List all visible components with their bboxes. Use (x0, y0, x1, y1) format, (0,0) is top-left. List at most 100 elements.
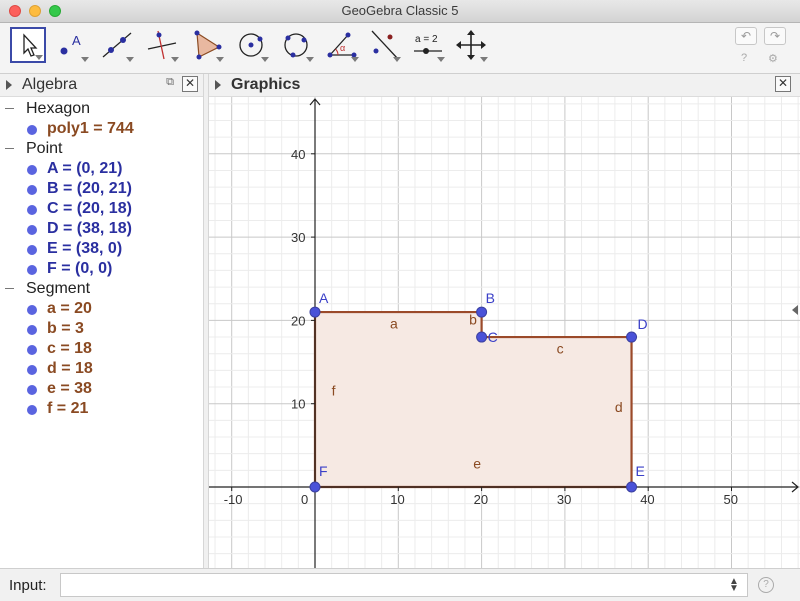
expand-panel-icon[interactable] (792, 305, 798, 315)
line-tool[interactable] (99, 27, 135, 63)
input-field[interactable] (60, 573, 748, 597)
toolbar: A α a = 2 ↶ ↷ ? ⚙ (0, 23, 800, 74)
point-tool[interactable]: A (54, 27, 90, 63)
slider-tool[interactable]: a = 2 (410, 27, 446, 63)
algebra-item-text: D = (38, 18) (47, 220, 132, 237)
undo-icon: ↶ (740, 29, 752, 43)
x-tick-label: 0 (301, 492, 308, 507)
point-marker[interactable] (476, 331, 488, 343)
graphics-title: Graphics (231, 76, 301, 93)
point-label: E (636, 463, 645, 479)
point-label: B (486, 290, 495, 306)
algebra-item-text: F = (0, 0) (47, 260, 113, 277)
algebra-group[interactable]: Segment (0, 279, 203, 299)
algebra-view: Hexagon poly1 = 744 Point A = (0, 21) B = (2… (0, 97, 203, 568)
reflect-tool[interactable] (366, 27, 402, 63)
x-tick-label: 50 (724, 492, 738, 507)
x-tick-label: 10 (390, 492, 404, 507)
algebra-item[interactable]: poly1 = 744 (0, 119, 203, 139)
input-history-icon[interactable]: ▲ ▼ (729, 577, 739, 594)
graphics-view-header: Graphics ✕ (209, 74, 800, 97)
visibility-toggle-icon[interactable] (27, 385, 37, 395)
y-tick-label: 40 (291, 147, 305, 162)
close-algebra-icon[interactable]: ✕ (182, 76, 198, 92)
collapse-group-icon[interactable] (5, 288, 14, 289)
algebra-item[interactable]: B = (20, 21) (0, 179, 203, 199)
input-help-icon[interactable]: ? (758, 577, 774, 593)
svg-text:α: α (340, 43, 345, 53)
algebra-item[interactable]: E = (38, 0) (0, 239, 203, 259)
visibility-toggle-icon[interactable] (27, 345, 37, 355)
x-tick-label: 20 (474, 492, 488, 507)
visibility-toggle-icon[interactable] (27, 205, 37, 215)
point-marker[interactable] (626, 481, 638, 493)
visibility-toggle-icon[interactable] (27, 165, 37, 175)
circle-three-points-tool[interactable] (279, 27, 315, 63)
angle-tool[interactable]: α (324, 27, 360, 63)
undock-icon[interactable]: ⧉ (163, 76, 177, 90)
algebra-item[interactable]: A = (0, 21) (0, 159, 203, 179)
algebra-item-text: C = (20, 18) (47, 200, 132, 217)
circle-center-point-tool[interactable] (234, 27, 270, 63)
visibility-toggle-icon[interactable] (27, 365, 37, 375)
point-label: C (488, 329, 498, 345)
graphics-view[interactable]: -10 0 10 20 30 40 50 10 20 30 40 a b c d e f A B C D E F (209, 97, 800, 568)
algebra-group[interactable]: Point (0, 139, 203, 159)
visibility-toggle-icon[interactable] (27, 325, 37, 335)
algebra-group[interactable]: Hexagon (0, 99, 203, 119)
move-tool[interactable] (10, 27, 46, 63)
algebra-item-text: A = (0, 21) (47, 160, 123, 177)
graphics-canvas[interactable]: -10 0 10 20 30 40 50 10 20 30 40 a b c d e f A B C D E F (209, 97, 800, 568)
input-bar: Input: ▲ ▼ ? (0, 568, 800, 601)
algebra-group-label: Segment (26, 280, 91, 297)
point-marker[interactable] (309, 481, 321, 493)
algebra-item[interactable]: C = (20, 18) (0, 199, 203, 219)
x-tick-label: -10 (224, 492, 243, 507)
help-icon[interactable]: ? (741, 52, 747, 64)
polygon-tool[interactable] (189, 27, 225, 63)
algebra-view-header: Algebra ⧉ ✕ (0, 74, 203, 97)
visibility-toggle-icon[interactable] (27, 405, 37, 415)
visibility-toggle-icon[interactable] (27, 225, 37, 235)
point-label: D (638, 316, 648, 332)
algebra-group-label: Hexagon (26, 100, 91, 117)
segment-label: d (615, 399, 623, 415)
undo-button[interactable]: ↶ (735, 27, 757, 45)
visibility-toggle-icon[interactable] (27, 245, 37, 255)
close-graphics-icon[interactable]: ✕ (775, 76, 791, 92)
algebra-item-text: d = 18 (47, 360, 93, 377)
visibility-toggle-icon[interactable] (27, 185, 37, 195)
gear-icon[interactable]: ⚙ (768, 52, 778, 65)
algebra-item[interactable]: D = (38, 18) (0, 219, 203, 239)
algebra-item-text: B = (20, 21) (47, 180, 132, 197)
point-label: F (319, 463, 328, 479)
move-graphics-view-tool[interactable] (453, 27, 489, 63)
algebra-item[interactable]: c = 18 (0, 339, 203, 359)
point-marker[interactable] (476, 306, 488, 318)
algebra-item[interactable]: a = 20 (0, 299, 203, 319)
title-bar: GeoGebra Classic 5 (0, 0, 800, 23)
algebra-group-label: Point (26, 140, 63, 157)
collapse-group-icon[interactable] (5, 108, 14, 109)
algebra-item-text: f = 21 (47, 400, 89, 417)
algebra-item[interactable]: F = (0, 0) (0, 259, 203, 279)
segment-label: a (390, 316, 398, 332)
point-marker[interactable] (626, 331, 638, 343)
algebra-item[interactable]: f = 21 (0, 399, 203, 419)
algebra-item[interactable]: d = 18 (0, 359, 203, 379)
redo-icon: ↷ (769, 29, 781, 43)
perpendicular-line-tool[interactable] (144, 27, 180, 63)
window-title: GeoGebra Classic 5 (341, 3, 459, 18)
point-marker[interactable] (309, 306, 321, 318)
algebra-item[interactable]: b = 3 (0, 319, 203, 339)
redo-button[interactable]: ↷ (764, 27, 786, 45)
input-label: Input: (9, 577, 47, 594)
visibility-toggle-icon[interactable] (27, 305, 37, 315)
algebra-item[interactable]: e = 38 (0, 379, 203, 399)
toggle-style-bar-icon[interactable] (215, 80, 221, 90)
visibility-toggle-icon[interactable] (27, 125, 37, 135)
collapse-group-icon[interactable] (5, 148, 14, 149)
toggle-style-bar-icon[interactable] (6, 80, 12, 90)
visibility-toggle-icon[interactable] (27, 265, 37, 275)
segment-label: b (469, 312, 477, 328)
